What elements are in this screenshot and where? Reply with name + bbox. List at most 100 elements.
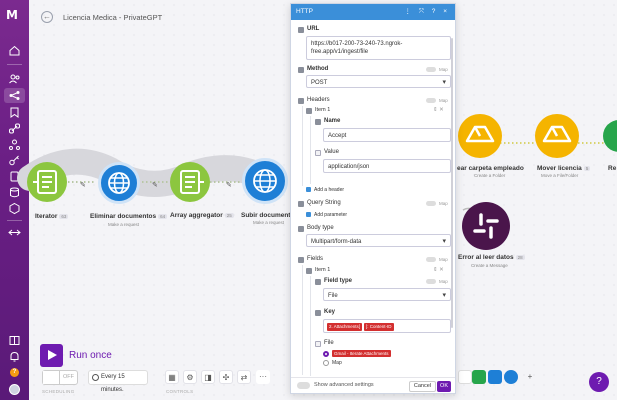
history-icon[interactable]: ▦	[165, 370, 179, 384]
aggregator-module[interactable]	[170, 162, 210, 202]
panel-header-icons[interactable]: ⋮ ⤧ ? ×	[404, 4, 450, 20]
add-header-button[interactable]: Add a header	[306, 187, 344, 193]
node-label: Mover licencia 5	[537, 165, 591, 172]
map-label: Map	[439, 201, 448, 206]
method-select[interactable]: POST	[306, 75, 451, 88]
tree-line	[302, 265, 303, 375]
node-label: Array aggregator 25	[170, 212, 234, 219]
tree-line	[302, 106, 303, 186]
schedule-setting[interactable]: Every 15 minutes.	[88, 370, 148, 393]
drive-module-crear[interactable]	[458, 114, 502, 158]
panel-footer: Show advanced settings Cancel OK	[291, 377, 455, 393]
aggregator-icon	[180, 170, 204, 194]
mapped-pill[interactable]: 2. Attachments[	[327, 323, 363, 332]
file-mark	[315, 341, 321, 347]
key-label: Key	[324, 309, 336, 315]
field-type-label: Field type	[324, 278, 353, 284]
file-source-option-map[interactable]: Map	[332, 360, 342, 366]
scheduling-caption: SCHEDULING	[42, 389, 75, 394]
auto-align-icon[interactable]: ✣	[219, 370, 233, 384]
mapped-pill[interactable]: ]: Content-ID	[364, 323, 394, 332]
chat-help-button[interactable]: ?	[589, 372, 609, 392]
more-icon[interactable]: ···	[256, 370, 270, 384]
body-type-label: Body type	[307, 225, 334, 231]
advanced-settings-label[interactable]: Show advanced settings	[314, 382, 374, 388]
field-item-label: Item 1	[315, 267, 331, 273]
wrench-icon: ✎	[226, 182, 232, 189]
body-type-mark	[298, 226, 304, 232]
google-drive-icon	[542, 125, 572, 143]
http-tool-icon[interactable]	[504, 370, 518, 384]
field-type-select[interactable]: File	[323, 288, 451, 301]
globe-icon	[108, 172, 130, 194]
map-toggle[interactable]	[426, 279, 436, 284]
node-label: Re	[608, 165, 617, 172]
wrench-icon: ✎	[80, 182, 86, 189]
map-label: Map	[439, 279, 448, 284]
url-input[interactable]: https://b017-200-73-240-73.ngrok-free.ap…	[306, 36, 451, 60]
sheets-tool-icon[interactable]	[472, 370, 486, 384]
node-label: ear carpeta empleado	[457, 165, 524, 172]
add-tool-icon[interactable]: +	[523, 370, 537, 384]
slack-icon	[473, 213, 499, 239]
field-item-mark	[306, 268, 312, 274]
body-type-select[interactable]: Multipart/form-data	[306, 234, 451, 247]
iterator-module[interactable]	[27, 162, 67, 202]
node-label: Subir documento	[241, 212, 295, 219]
add-parameter-button[interactable]: Add parameter	[306, 212, 347, 218]
url-required-mark	[298, 27, 304, 33]
panel-body: URL https://b017-200-73-240-73.ngrok-fre…	[291, 20, 455, 377]
file-source-option[interactable]: Gmail - Iterate Attachments	[332, 350, 393, 357]
scheduling-toggle[interactable]: OFF	[42, 370, 78, 385]
map-label: Map	[439, 67, 448, 72]
file-label: File	[324, 340, 334, 346]
name-required-mark	[315, 119, 321, 125]
iterator-icon	[33, 170, 57, 194]
cancel-button[interactable]: Cancel	[408, 381, 436, 392]
explain-flow-icon[interactable]: ⇄	[237, 370, 251, 384]
check-tool-icon[interactable]	[488, 370, 502, 384]
value-mark	[315, 150, 321, 156]
google-drive-icon	[465, 125, 495, 143]
advanced-settings-toggle[interactable]	[297, 382, 310, 389]
http-module-subir[interactable]	[242, 158, 288, 204]
http-module-eliminar[interactable]	[98, 162, 140, 204]
notes-icon[interactable]: ◨	[201, 370, 215, 384]
key-input[interactable]: 2. Attachments[]: Content-ID	[323, 319, 451, 333]
panel-header: HTTP ⋮ ⤧ ? ×	[291, 4, 455, 20]
item-actions-icon[interactable]: ⇕ ✕	[433, 107, 444, 113]
controls-caption: CONTROLS	[166, 389, 194, 394]
http-settings-panel: HTTP ⋮ ⤧ ? × URL https://b017-200-73-240…	[290, 3, 456, 394]
value-label: Value	[324, 149, 339, 155]
fields-label: Fields	[307, 256, 324, 262]
slack-module[interactable]	[462, 202, 510, 250]
json-tool-icon[interactable]	[458, 370, 472, 384]
header-item-label: Item 1	[315, 107, 331, 113]
url-label: URL	[307, 26, 320, 32]
ok-button[interactable]: OK	[437, 381, 451, 392]
drive-module-mover[interactable]	[535, 114, 579, 158]
item-actions-icon[interactable]: ⇕ ✕	[433, 267, 444, 273]
settings-icon[interactable]: ⚙	[183, 370, 197, 384]
query-string-label: Query String	[307, 200, 341, 206]
map-toggle[interactable]	[426, 201, 436, 206]
header-name-input[interactable]: Accept	[323, 128, 451, 142]
file-source-radio-selected[interactable]	[323, 351, 329, 357]
map-toggle[interactable]	[426, 257, 436, 262]
run-once-button[interactable]	[40, 344, 63, 367]
map-label: Map	[439, 257, 448, 262]
tree-line	[310, 276, 311, 376]
map-toggle[interactable]	[426, 67, 436, 72]
node-subtitle: Make a request	[108, 222, 140, 227]
name-label: Name	[324, 118, 341, 124]
method-required-mark	[298, 67, 304, 73]
clock-icon	[92, 374, 99, 381]
map-label: Map	[439, 98, 448, 103]
header-value-input[interactable]: application/json	[323, 159, 451, 173]
scrollbar[interactable]	[451, 38, 453, 328]
node-label: Iterator 63	[35, 213, 69, 220]
method-label: Method	[307, 66, 329, 72]
run-once-label[interactable]: Run once	[69, 350, 112, 361]
file-source-radio-map[interactable]	[323, 360, 329, 366]
map-toggle[interactable]	[426, 98, 436, 103]
